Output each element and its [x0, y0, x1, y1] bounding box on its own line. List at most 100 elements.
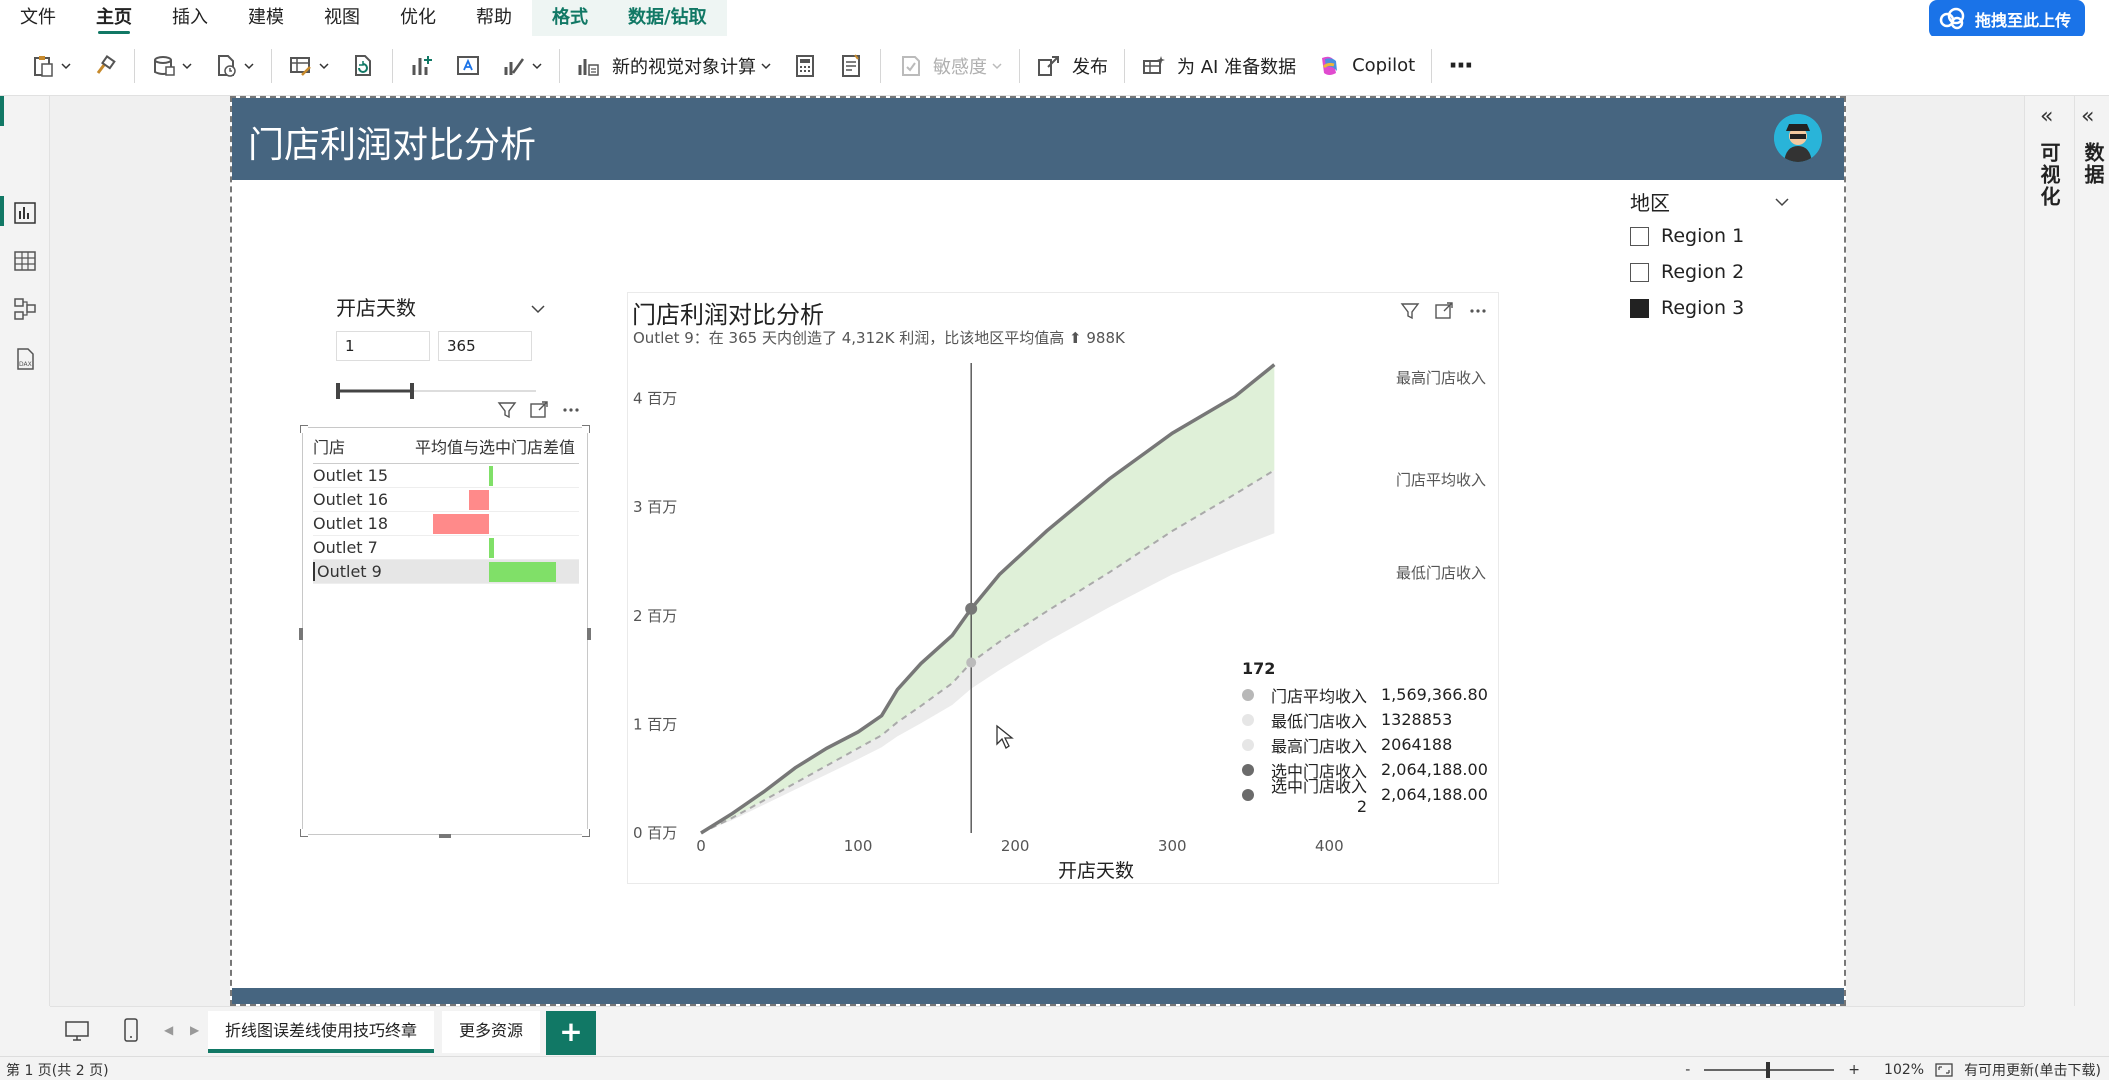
y-tick-label: 2 百万: [633, 607, 677, 625]
column-header-store[interactable]: 门店: [313, 434, 395, 458]
resize-handle[interactable]: [439, 834, 451, 838]
days-range-slider[interactable]: [336, 381, 540, 401]
data-prep-icon: [1143, 55, 1165, 74]
status-bar: 第 1 页(共 2 页) - + 102% 有可用更新(单击下载): [0, 1056, 2109, 1080]
more-options-icon[interactable]: [561, 400, 581, 420]
get-data-button[interactable]: [141, 44, 203, 88]
column-header-diff[interactable]: 平均值与选中门店差值: [395, 434, 579, 458]
zoom-in-button[interactable]: +: [1848, 1062, 1860, 1078]
ribbon-separator: [1019, 48, 1020, 83]
tooltip-value: 1328853: [1381, 710, 1453, 729]
copilot-button[interactable]: Copilot: [1306, 44, 1425, 88]
series-end-label: 最高门店收入: [1396, 369, 1486, 387]
menu-view[interactable]: 视图: [304, 0, 380, 36]
zoom-out-button[interactable]: -: [1685, 1062, 1690, 1078]
data-pane-collapsed[interactable]: « 数据: [2074, 96, 2109, 1006]
report-view-icon[interactable]: [12, 200, 38, 226]
menu-insert[interactable]: 插入: [152, 0, 228, 36]
menu-home[interactable]: 主页: [76, 0, 152, 36]
database-icon: [154, 55, 175, 76]
store-name-cell: Outlet 7: [313, 538, 378, 557]
update-available-link[interactable]: 有可用更新(单击下载): [1964, 1060, 2101, 1080]
transform-data-button[interactable]: [278, 44, 340, 88]
region-3-checkbox[interactable]: [1630, 298, 1649, 318]
filter-icon[interactable]: [497, 400, 517, 420]
resize-handle[interactable]: [587, 628, 591, 640]
resize-handle[interactable]: [300, 425, 308, 433]
focus-mode-icon[interactable]: [529, 400, 549, 420]
new-measure-button[interactable]: [782, 44, 828, 88]
chevron-down-icon[interactable]: [1774, 194, 1790, 210]
refresh-button[interactable]: [340, 44, 386, 88]
page-tab-1[interactable]: 折线图误差线使用技巧终章: [208, 1011, 434, 1053]
paintbrush-icon: [96, 54, 116, 74]
more-options-button[interactable]: ···: [1438, 44, 1482, 88]
ai-prep-button[interactable]: 为 AI 准备数据: [1131, 44, 1306, 88]
region-2-checkbox[interactable]: [1630, 262, 1649, 282]
table-row[interactable]: Outlet 7: [313, 536, 579, 560]
new-visual-calc-button[interactable]: 新的视觉对象计算: [566, 44, 782, 88]
table-row[interactable]: Outlet 16: [313, 488, 579, 512]
refresh-icon: [355, 54, 371, 76]
chevron-down-icon[interactable]: [530, 301, 546, 317]
visualizations-pane-collapsed[interactable]: « 可视化: [2024, 96, 2074, 1006]
region-slicer-title: 地区: [1630, 191, 1670, 215]
resize-handle[interactable]: [300, 829, 308, 837]
paste-button[interactable]: [20, 44, 82, 88]
diff-bar-cell: [395, 512, 579, 535]
zoom-slider-knob[interactable]: [1766, 1062, 1771, 1078]
desktop-view-icon[interactable]: [64, 1019, 90, 1043]
table-row[interactable]: Outlet 9: [313, 560, 579, 584]
menu-optimize[interactable]: 优化: [380, 0, 456, 36]
table-row[interactable]: Outlet 15: [313, 464, 579, 488]
calculator-icon: [796, 54, 814, 77]
add-page-button[interactable]: +: [546, 1011, 596, 1055]
sensitivity-button[interactable]: 敏感度: [887, 44, 1013, 88]
resize-handle[interactable]: [582, 425, 590, 433]
days-slicer: 开店天数 1 365: [336, 293, 546, 399]
menu-help[interactable]: 帮助: [456, 0, 532, 36]
model-view-icon[interactable]: [12, 296, 38, 322]
recent-sources-button[interactable]: [203, 44, 265, 88]
quick-measure-button[interactable]: [828, 44, 874, 88]
mobile-view-icon[interactable]: [122, 1017, 140, 1043]
shield-icon: [902, 55, 920, 76]
menu-data-drill[interactable]: 数据/钻取: [608, 0, 727, 36]
region-option-3[interactable]: Region 3: [1630, 290, 1790, 326]
upload-button[interactable]: 拖拽至此上传: [1928, 0, 2085, 38]
x-tick-label: 300: [1158, 837, 1187, 855]
chart-tooltip: 172 门店平均收入 1,569,366.80 最低门店收入 1328853 最高门店收…: [1232, 647, 1494, 827]
next-page-icon[interactable]: ▶: [190, 1023, 199, 1037]
store-diff-table-visual[interactable]: 门店 平均值与选中门店差值 Outlet 15 Outlet 16 Outlet 1…: [299, 401, 591, 838]
tooltip-label: 选中门店收入 2: [1270, 777, 1367, 816]
region-option-2[interactable]: Region 2: [1630, 254, 1790, 290]
table-row[interactable]: Outlet 18: [313, 512, 579, 536]
region-1-checkbox[interactable]: [1630, 226, 1649, 246]
region-option-label: Region 3: [1661, 297, 1745, 319]
menu-file[interactable]: 文件: [0, 0, 76, 36]
dax-query-icon[interactable]: DAX: [12, 346, 38, 372]
days-min-input[interactable]: 1: [336, 331, 430, 361]
region-option-1[interactable]: Region 1: [1630, 218, 1790, 254]
menu-modeling[interactable]: 建模: [228, 0, 304, 36]
resize-handle[interactable]: [299, 628, 303, 640]
previous-page-icon[interactable]: ◀: [164, 1023, 173, 1037]
new-visual-button[interactable]: [399, 44, 445, 88]
more-visuals-button[interactable]: [491, 44, 553, 88]
x-tick-label: 200: [1001, 837, 1030, 855]
table-view-icon[interactable]: [12, 248, 38, 274]
expand-pane-icon[interactable]: «: [2040, 104, 2053, 129]
calculator-chart-icon: [578, 58, 599, 76]
store-diff-table: 门店 平均值与选中门店差值 Outlet 15 Outlet 16 Outlet 1…: [313, 428, 579, 584]
days-max-input[interactable]: 365: [438, 331, 532, 361]
publish-button[interactable]: 发布: [1026, 44, 1118, 88]
menu-format[interactable]: 格式: [532, 0, 608, 36]
chevron-down-icon: [182, 62, 192, 69]
zoom-slider[interactable]: [1704, 1062, 1835, 1078]
format-painter-button[interactable]: [82, 44, 128, 88]
page-tab-2[interactable]: 更多资源: [442, 1011, 540, 1053]
expand-pane-icon[interactable]: «: [2081, 104, 2094, 129]
resize-handle[interactable]: [582, 829, 590, 837]
text-box-button[interactable]: [445, 44, 491, 88]
fit-to-page-icon[interactable]: [1934, 1062, 1954, 1078]
